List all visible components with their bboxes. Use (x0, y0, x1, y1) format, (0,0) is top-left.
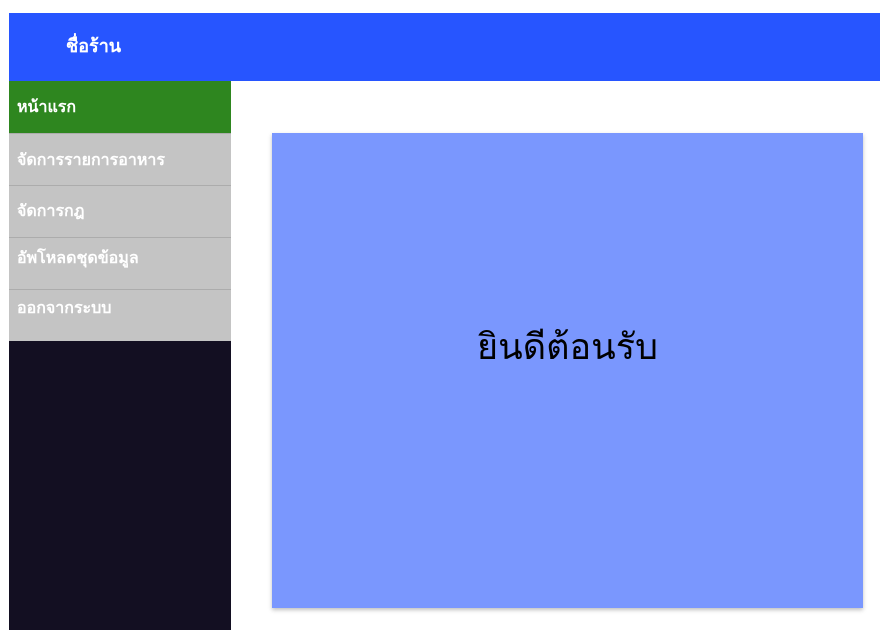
top-header-bar: ชื่อร้าน (9, 13, 880, 81)
sidebar-nav: หน้าแรก จัดการรายการอาหาร จัดการกฎ อัพโห… (9, 81, 231, 630)
app-window: ชื่อร้าน หน้าแรก จัดการรายการอาหาร จัดกา… (0, 0, 880, 630)
welcome-heading: ยินดีต้อนรับ (477, 327, 658, 368)
welcome-panel: ยินดีต้อนรับ (272, 133, 863, 608)
sidebar-item-home[interactable]: หน้าแรก (9, 81, 231, 133)
sidebar-item-manage-food[interactable]: จัดการรายการอาหาร (9, 133, 231, 185)
sidebar-item-logout[interactable]: ออกจากระบบ (9, 289, 231, 341)
sidebar-item-upload-dataset[interactable]: อัพโหลดชุดข้อมูล (9, 237, 231, 289)
sidebar-item-manage-rules[interactable]: จัดการกฎ (9, 185, 231, 237)
shop-name-title[interactable]: ชื่อร้าน (66, 13, 121, 81)
